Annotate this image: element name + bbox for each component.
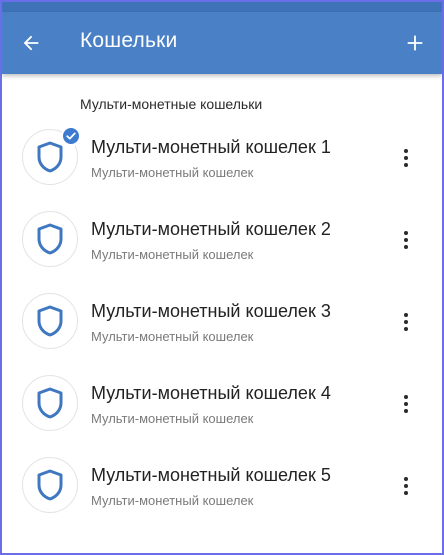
wallet-menu-button[interactable] [394, 307, 418, 337]
more-vertical-icon [404, 395, 408, 399]
shield-icon [37, 141, 63, 173]
wallet-menu-button[interactable] [394, 143, 418, 173]
wallet-menu-button[interactable] [394, 389, 418, 419]
shield-icon [37, 223, 63, 255]
wallet-type: Мульти-монетный кошелек [91, 247, 254, 262]
wallet-type: Мульти-монетный кошелек [91, 329, 254, 344]
arrow-left-icon [23, 35, 39, 51]
wallet-type: Мульти-монетный кошелек [91, 411, 254, 426]
wallet-row-4[interactable]: Мульти-монетный кошелек 4 Мульти-монетны… [2, 363, 442, 445]
app-window: Кошельки Мульти-монетные кошельки Мульти… [0, 0, 444, 555]
check-icon [66, 132, 76, 140]
wallet-row-5[interactable]: Мульти-монетный кошелек 5 Мульти-монетны… [2, 445, 442, 527]
back-button[interactable] [14, 26, 48, 60]
wallet-row-2[interactable]: Мульти-монетный кошелек 2 Мульти-монетны… [2, 199, 442, 281]
wallet-name: Мульти-монетный кошелек 4 [91, 383, 331, 403]
wallet-type: Мульти-монетный кошелек [91, 165, 254, 180]
wallet-avatar [22, 211, 78, 267]
shield-icon [37, 305, 63, 337]
page-title: Кошельки [80, 29, 178, 52]
wallet-name: Мульти-монетный кошелек 3 [91, 301, 331, 321]
more-vertical-icon [404, 313, 408, 317]
more-vertical-icon [404, 477, 408, 481]
wallet-avatar [22, 457, 78, 513]
wallet-name: Мульти-монетный кошелек 2 [91, 219, 331, 239]
section-header: Мульти-монетные кошельки [80, 96, 263, 112]
wallet-avatar [22, 293, 78, 349]
wallet-type: Мульти-монетный кошелек [91, 493, 254, 508]
wallet-name: Мульти-монетный кошелек 5 [91, 465, 331, 485]
wallet-menu-button[interactable] [394, 225, 418, 255]
wallet-menu-button[interactable] [394, 471, 418, 501]
wallet-name: Мульти-монетный кошелек 1 [91, 137, 331, 157]
wallet-avatar [22, 375, 78, 431]
more-vertical-icon [404, 149, 408, 153]
plus-icon [407, 35, 423, 51]
shield-icon [37, 387, 63, 419]
more-vertical-icon [404, 231, 408, 235]
selected-check-badge [61, 126, 81, 146]
app-bar: Кошельки [2, 12, 442, 74]
wallet-list: Мульти-монетный кошелек 1 Мульти-монетны… [2, 117, 442, 527]
shield-icon [37, 469, 63, 501]
wallet-row-3[interactable]: Мульти-монетный кошелек 3 Мульти-монетны… [2, 281, 442, 363]
wallet-row-1[interactable]: Мульти-монетный кошелек 1 Мульти-монетны… [2, 117, 442, 199]
add-wallet-button[interactable] [398, 26, 432, 60]
status-bar [2, 2, 442, 12]
